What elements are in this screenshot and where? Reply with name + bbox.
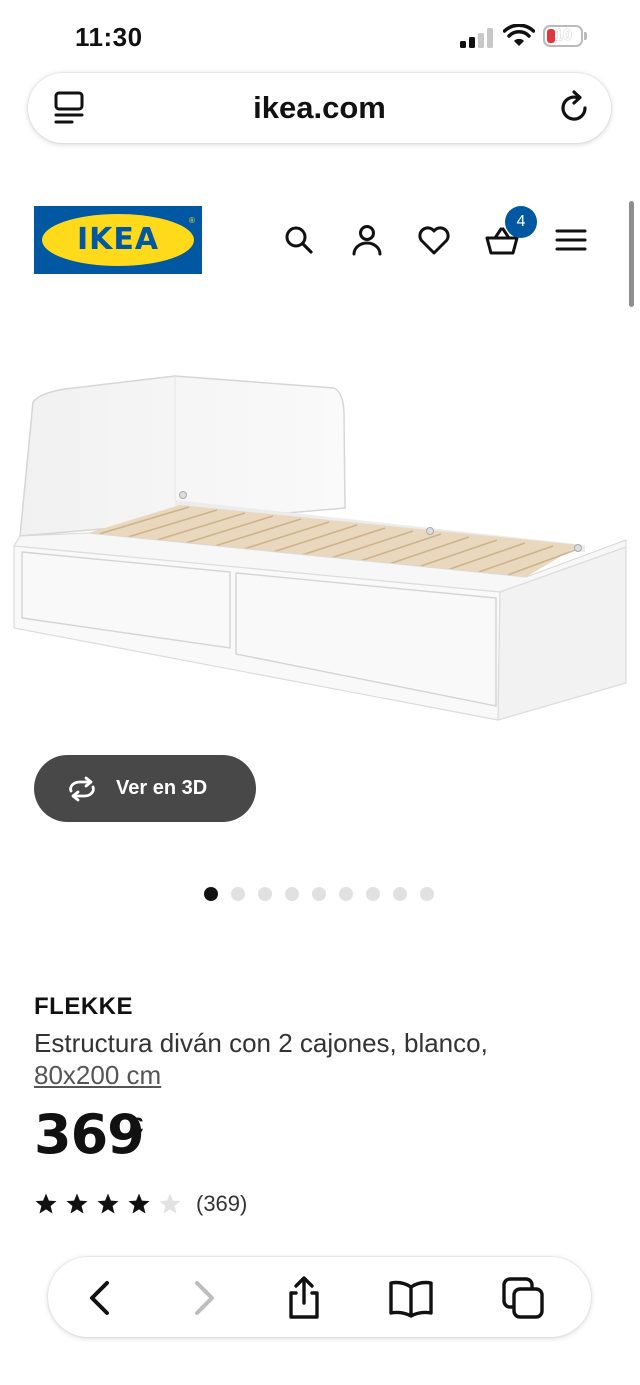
browser-toolbar xyxy=(48,1257,591,1337)
carousel-dot[interactable] xyxy=(231,887,245,901)
rating-stars[interactable] xyxy=(34,1192,182,1216)
battery-indicator: 10 xyxy=(543,25,591,49)
account-icon[interactable] xyxy=(349,222,385,258)
page-menu-icon[interactable] xyxy=(52,88,88,128)
battery-level: 10 xyxy=(554,27,572,44)
image-carousel-dots[interactable] xyxy=(204,887,434,901)
cart-count-badge: 4 xyxy=(505,206,537,238)
tabs-icon[interactable] xyxy=(500,1275,546,1321)
status-time: 11:30 xyxy=(75,22,143,52)
product-name: FLEKKE xyxy=(34,993,133,1020)
wifi-icon xyxy=(503,24,535,46)
star-filled-icon xyxy=(128,1193,150,1214)
product-price: 369 xyxy=(34,1103,145,1166)
product-description: Estructura diván con 2 cajones, blanco, xyxy=(34,1028,488,1058)
favorites-heart-icon[interactable] xyxy=(416,222,452,258)
cellular-signal-icon xyxy=(460,28,493,48)
product-image[interactable] xyxy=(0,330,640,750)
menu-hamburger-icon[interactable] xyxy=(553,222,589,258)
search-icon[interactable] xyxy=(281,222,317,258)
view-in-3d-button[interactable]: Ver en 3D xyxy=(34,755,256,822)
rotate-3d-icon xyxy=(69,776,95,802)
product-size-link[interactable]: 80x200 cm xyxy=(34,1060,161,1091)
back-chevron-icon[interactable] xyxy=(77,1275,123,1321)
star-empty-icon xyxy=(159,1193,181,1214)
carousel-dot[interactable] xyxy=(393,887,407,901)
forward-chevron-icon[interactable] xyxy=(181,1275,227,1321)
url-text[interactable]: ikea.com xyxy=(28,73,611,143)
star-filled-icon xyxy=(97,1193,119,1214)
page-scrollbar[interactable] xyxy=(629,201,634,307)
review-count[interactable]: (369) xyxy=(196,1191,247,1217)
view-in-3d-label: Ver en 3D xyxy=(116,777,208,799)
carousel-dot[interactable] xyxy=(420,887,434,901)
star-filled-icon xyxy=(66,1193,88,1214)
carousel-dot[interactable] xyxy=(339,887,353,901)
carousel-dot[interactable] xyxy=(366,887,380,901)
carousel-dot[interactable] xyxy=(312,887,326,901)
carousel-dot[interactable] xyxy=(285,887,299,901)
reload-icon[interactable] xyxy=(555,89,593,127)
carousel-dot[interactable] xyxy=(258,887,272,901)
address-bar[interactable]: ikea.com xyxy=(28,73,611,143)
share-icon[interactable] xyxy=(281,1275,327,1321)
logo-text: IKEA xyxy=(76,222,160,257)
star-filled-icon xyxy=(35,1193,57,1214)
price-currency: € xyxy=(131,1113,144,1138)
ikea-logo[interactable]: IKEA ® xyxy=(34,206,202,274)
carousel-dot[interactable] xyxy=(204,887,218,901)
bookmarks-book-icon[interactable] xyxy=(388,1275,434,1321)
